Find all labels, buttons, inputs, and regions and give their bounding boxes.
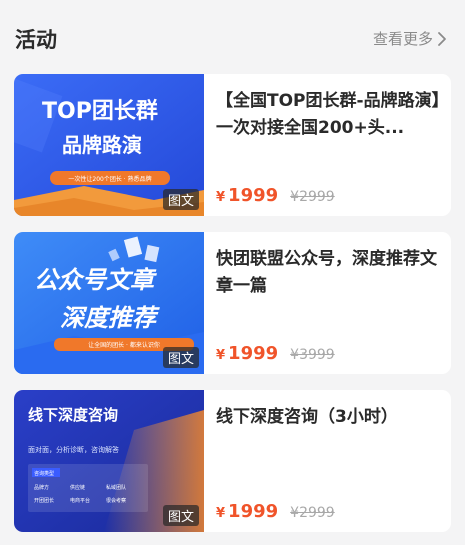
thumb-tag: 让全国的团长 · 都来认识你: [88, 341, 160, 349]
card-info: 【全国TOP团长群-品牌路演】一次对接全国200+头... ¥1999 ¥299…: [216, 74, 444, 216]
chevron-right-icon: [438, 31, 446, 46]
svg-text:很会考察: 很会考察: [106, 497, 126, 504]
card-thumbnail: TOP团长群 品牌路演 一次性让200个团长 · 熟悉品牌 图文: [14, 74, 204, 216]
current-price: ¥1999: [216, 185, 279, 206]
currency-symbol: ¥: [216, 348, 226, 363]
thumb-line1: 线下深度咨询: [28, 406, 118, 424]
currency-symbol: ¥: [216, 506, 226, 521]
card-thumbnail: 线下深度咨询 面对面，分析诊断，咨询解答 咨询类型 品牌方 供应链 私域团队 开…: [14, 390, 204, 532]
thumb-line2: 品牌路演: [62, 133, 142, 157]
svg-text:品牌方: 品牌方: [34, 484, 49, 491]
card-title: 快团联盟公众号，深度推荐文章一篇: [216, 249, 437, 296]
view-more-label: 查看更多: [372, 30, 433, 48]
thumb-line2: 深度推荐: [60, 304, 160, 332]
thumb-box-title: 咨询类型: [34, 470, 54, 477]
content-type-badge: 图文: [162, 189, 199, 210]
currency-symbol: ¥: [216, 190, 226, 205]
content-type-badge: 图文: [162, 505, 199, 526]
original-price: ¥2999: [290, 505, 335, 521]
svg-text:开团团长: 开团团长: [34, 497, 54, 504]
card-thumbnail: 公众号文章 深度推荐 让全国的团长 · 都来认识你 图文: [14, 232, 204, 374]
card-info: 线下深度咨询（3小时） ¥1999 ¥2999: [216, 390, 444, 532]
thumb-line1: TOP团长群: [42, 98, 158, 124]
thumb-line1: 公众号文章: [34, 266, 157, 294]
original-price: ¥2999: [290, 189, 335, 205]
thumb-tag: 一次性让200个团长 · 熟悉品牌: [68, 175, 151, 183]
original-price: ¥3999: [290, 347, 335, 363]
card-title: 【全国TOP团长群-品牌路演】一次对接全国200+头...: [216, 91, 441, 138]
svg-text:电商平台: 电商平台: [70, 497, 90, 504]
content-type-badge: 图文: [162, 347, 199, 368]
thumb-line2: 面对面，分析诊断，咨询解答: [28, 445, 119, 454]
activity-card-article[interactable]: 公众号文章 深度推荐 让全国的团长 · 都来认识你 图文 快团联盟公众号，深度推…: [14, 232, 451, 374]
price-row: ¥1999 ¥2999: [216, 501, 335, 522]
card-info: 快团联盟公众号，深度推荐文章一篇 ¥1999 ¥3999: [216, 232, 444, 374]
activity-card-consulting[interactable]: 线下深度咨询 面对面，分析诊断，咨询解答 咨询类型 品牌方 供应链 私域团队 开…: [14, 390, 451, 532]
section-header: 活动 查看更多: [0, 0, 465, 74]
activity-card-top-group[interactable]: TOP团长群 品牌路演 一次性让200个团长 · 熟悉品牌 图文 【全国TOP团…: [14, 74, 451, 216]
view-more-link[interactable]: 查看更多: [373, 28, 447, 49]
current-price: ¥1999: [216, 501, 279, 522]
section-title: 活动: [15, 28, 57, 52]
price-row: ¥1999 ¥2999: [216, 185, 335, 206]
price-row: ¥1999 ¥3999: [216, 343, 335, 364]
svg-text:私域团队: 私域团队: [106, 484, 126, 491]
card-title: 线下深度咨询（3小时）: [216, 407, 398, 427]
current-price: ¥1999: [216, 343, 279, 364]
svg-text:供应链: 供应链: [70, 484, 85, 491]
